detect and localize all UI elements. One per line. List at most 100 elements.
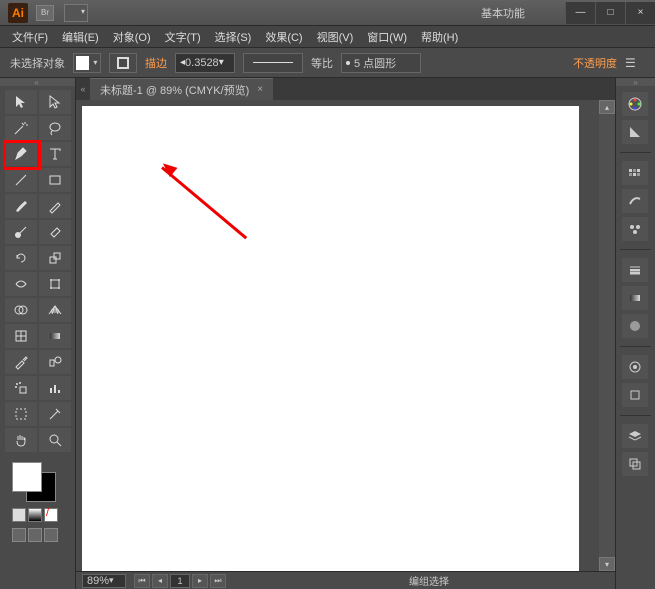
app-logo: Ai: [8, 3, 28, 23]
last-artboard-icon[interactable]: ⏭: [210, 574, 226, 588]
fill-swatch[interactable]: ▾: [73, 53, 101, 73]
document-tab[interactable]: 未标题-1 @ 89% (CMYK/预览) ×: [90, 78, 273, 100]
blob-brush-tool[interactable]: [5, 220, 37, 244]
stroke-panel-icon[interactable]: [622, 258, 648, 282]
menu-type[interactable]: 文字(T): [165, 29, 201, 45]
document-tab-bar: « 未标题-1 @ 89% (CMYK/预览) ×: [76, 78, 615, 100]
color-mode[interactable]: [12, 508, 26, 522]
brush-definition[interactable]: 5 点圆形: [341, 53, 421, 73]
symbol-sprayer-tool[interactable]: [5, 376, 37, 400]
maximize-button[interactable]: □: [595, 2, 625, 24]
title-bar: Ai Br 基本功能 — □ ×: [0, 0, 655, 26]
eyedropper-tool[interactable]: [5, 350, 37, 374]
fill-color[interactable]: [12, 462, 42, 492]
opacity-label[interactable]: 不透明度: [573, 55, 617, 71]
menu-bar: 文件(F) 编辑(E) 对象(O) 文字(T) 选择(S) 效果(C) 视图(V…: [0, 26, 655, 48]
proportion-label: 等比: [311, 55, 333, 71]
canvas[interactable]: [82, 106, 579, 571]
next-artboard-icon[interactable]: ▸: [192, 574, 208, 588]
menu-help[interactable]: 帮助(H): [421, 29, 458, 45]
hand-tool[interactable]: [5, 428, 37, 452]
tools-panel: «: [0, 78, 76, 589]
appearance-panel-icon[interactable]: [622, 355, 648, 379]
artboard-tool[interactable]: [5, 402, 37, 426]
type-tool[interactable]: [39, 142, 71, 166]
brush-value: 5 点圆形: [354, 55, 396, 71]
layout-dropdown[interactable]: [64, 4, 88, 22]
tools-panel-grip[interactable]: «: [0, 78, 75, 86]
menu-select[interactable]: 选择(S): [215, 29, 252, 45]
eraser-tool[interactable]: [39, 220, 71, 244]
color-panel-icon[interactable]: [622, 92, 648, 116]
draw-behind[interactable]: [28, 528, 42, 542]
artboard-number[interactable]: 1: [170, 574, 190, 588]
mesh-tool[interactable]: [5, 324, 37, 348]
symbols-panel-icon[interactable]: [622, 217, 648, 241]
blend-tool[interactable]: [39, 350, 71, 374]
control-menu-icon[interactable]: ☰: [625, 56, 645, 70]
gradient-panel-icon[interactable]: [622, 286, 648, 310]
artboards-panel-icon[interactable]: [622, 452, 648, 476]
brushes-panel-icon[interactable]: [622, 189, 648, 213]
column-graph-tool[interactable]: [39, 376, 71, 400]
bridge-badge[interactable]: Br: [36, 5, 54, 21]
draw-inside[interactable]: [44, 528, 58, 542]
scale-tool[interactable]: [39, 246, 71, 270]
selection-state-label: 未选择对象: [10, 55, 65, 71]
fill-stroke-indicator[interactable]: [12, 462, 60, 502]
vertical-scrollbar[interactable]: ▴ ▾: [599, 100, 615, 571]
first-artboard-icon[interactable]: ⏮: [134, 574, 150, 588]
document-tab-title: 未标题-1 @ 89% (CMYK/预览): [100, 82, 249, 98]
workspace-switcher[interactable]: 基本功能: [481, 5, 525, 21]
slice-tool[interactable]: [39, 402, 71, 426]
rotate-tool[interactable]: [5, 246, 37, 270]
panel-grip[interactable]: »: [616, 78, 655, 86]
scroll-down-icon[interactable]: ▾: [599, 557, 615, 571]
paintbrush-tool[interactable]: [5, 194, 37, 218]
right-panels: »: [615, 78, 655, 589]
stroke-swatch[interactable]: [109, 53, 137, 73]
menu-view[interactable]: 视图(V): [317, 29, 354, 45]
stroke-profile[interactable]: [243, 53, 303, 73]
gradient-mode[interactable]: [28, 508, 42, 522]
zoom-tool[interactable]: [39, 428, 71, 452]
minimize-button[interactable]: —: [565, 2, 595, 24]
none-mode[interactable]: /: [44, 508, 58, 522]
stroke-weight-input[interactable]: ◂ 0.3528 ▾: [175, 53, 235, 73]
shape-builder-tool[interactable]: [5, 298, 37, 322]
pencil-tool[interactable]: [39, 194, 71, 218]
menu-object[interactable]: 对象(O): [113, 29, 151, 45]
graphic-styles-panel-icon[interactable]: [622, 383, 648, 407]
menu-edit[interactable]: 编辑(E): [62, 29, 99, 45]
close-button[interactable]: ×: [625, 2, 655, 24]
menu-effect[interactable]: 效果(C): [265, 29, 302, 45]
swatches-panel-icon[interactable]: [622, 161, 648, 185]
width-tool[interactable]: [5, 272, 37, 296]
lasso-tool[interactable]: [39, 116, 71, 140]
stroke-weight-value: 0.3528: [185, 57, 219, 69]
magic-wand-tool[interactable]: [5, 116, 37, 140]
gradient-tool[interactable]: [39, 324, 71, 348]
control-bar: 未选择对象 ▾ 描边 ◂ 0.3528 ▾ 等比 5 点圆形 不透明度 ☰: [0, 48, 655, 78]
stroke-label[interactable]: 描边: [145, 55, 167, 71]
line-segment-tool[interactable]: [5, 168, 37, 192]
layers-panel-icon[interactable]: [622, 424, 648, 448]
pen-tool[interactable]: [5, 142, 37, 166]
zoom-input[interactable]: 89% ▾: [82, 574, 126, 588]
prev-artboard-icon[interactable]: ◂: [152, 574, 168, 588]
menu-file[interactable]: 文件(F): [12, 29, 48, 45]
scroll-up-icon[interactable]: ▴: [599, 100, 615, 114]
free-transform-tool[interactable]: [39, 272, 71, 296]
menu-window[interactable]: 窗口(W): [367, 29, 407, 45]
rectangle-tool[interactable]: [39, 168, 71, 192]
selection-tool[interactable]: [5, 90, 37, 114]
annotation-arrow: [162, 166, 252, 256]
panel-collapse-icon[interactable]: «: [76, 84, 90, 94]
draw-normal[interactable]: [12, 528, 26, 542]
status-bar: 89% ▾ ⏮ ◂ 1 ▸ ⏭ 编组选择: [76, 571, 615, 589]
perspective-grid-tool[interactable]: [39, 298, 71, 322]
tab-close-icon[interactable]: ×: [257, 84, 263, 95]
direct-selection-tool[interactable]: [39, 90, 71, 114]
transparency-panel-icon[interactable]: [622, 314, 648, 338]
color-guide-panel-icon[interactable]: [622, 120, 648, 144]
